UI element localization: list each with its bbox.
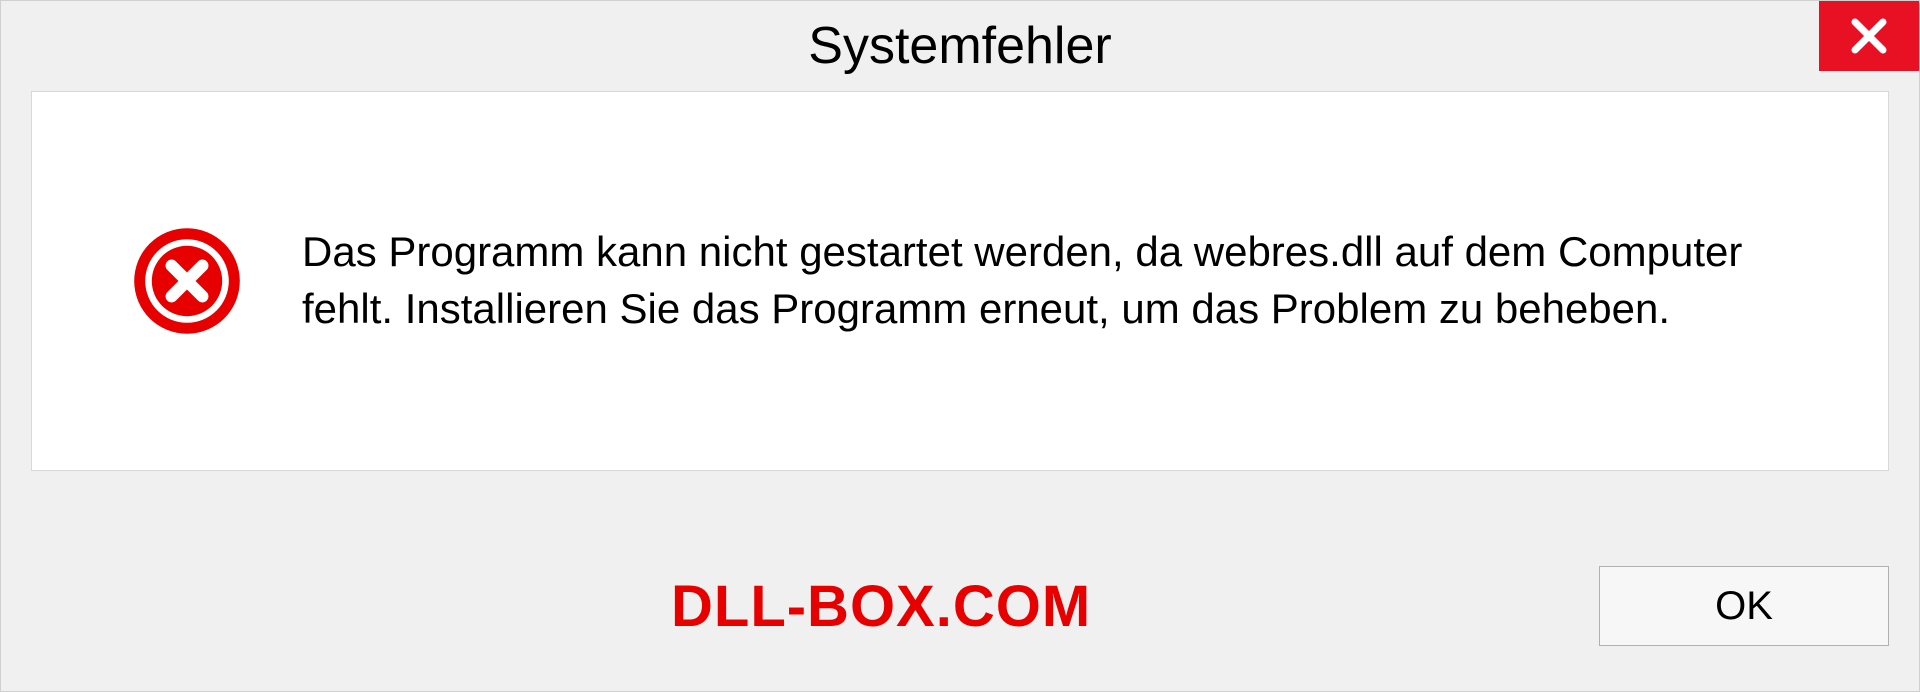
content-area: Das Programm kann nicht gestartet werden… (31, 91, 1889, 471)
title-bar: Systemfehler (1, 1, 1919, 91)
close-icon (1848, 15, 1890, 57)
dialog-title: Systemfehler (808, 16, 1111, 76)
close-button[interactable] (1819, 1, 1919, 71)
error-dialog: Systemfehler Das Programm kann nicht ges… (0, 0, 1920, 692)
footer: DLL-BOX.COM OK (31, 551, 1889, 661)
error-message: Das Programm kann nicht gestartet werden… (302, 224, 1828, 337)
ok-button[interactable]: OK (1599, 566, 1889, 646)
watermark-text: DLL-BOX.COM (671, 573, 1091, 640)
error-icon (132, 226, 242, 336)
